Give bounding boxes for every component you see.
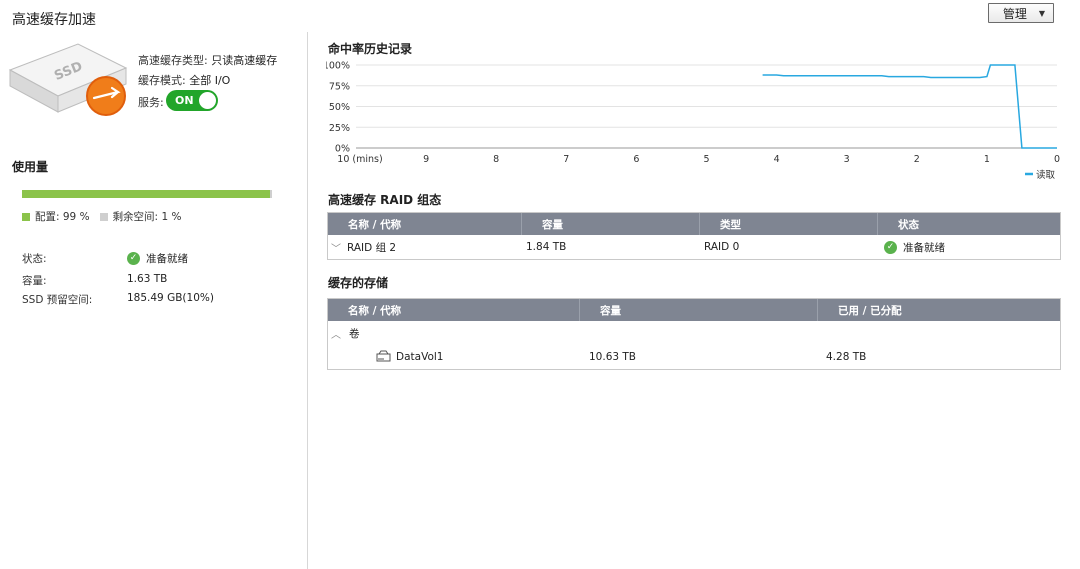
allocated-label: 配置: 99 % — [35, 211, 90, 223]
legend-label: 读取 — [1036, 169, 1056, 181]
usage-progress-bar — [22, 190, 272, 198]
x-tick-label: 6 — [633, 154, 639, 165]
raid-title: 高速缓存 RAID 组态 — [328, 193, 442, 207]
usage-title: 使用量 — [12, 160, 49, 174]
capacity-value: 1.63 TB — [127, 273, 168, 285]
y-tick-label: 0% — [335, 144, 350, 155]
chevron-down-icon[interactable]: ﹀ — [331, 240, 341, 255]
service-toggle[interactable]: ON — [166, 90, 218, 111]
usage-legend: 配置: 99 % 剩余空间: 1 % — [22, 209, 181, 224]
group-label: 卷 — [349, 327, 360, 340]
volume-used: 4.28 TB — [826, 351, 867, 363]
chevron-up-icon[interactable]: ︿ — [331, 326, 341, 341]
raid-capacity: 1.84 TB — [526, 241, 567, 253]
raid-col-status[interactable]: 状态 — [878, 213, 1060, 235]
x-tick-label: 9 — [423, 154, 429, 165]
cache-type-label: 高速缓存类型: — [138, 54, 208, 67]
table-row[interactable]: ﹀ RAID 组 2 1.84 TB RAID 0 ✓ 准备就绪 — [328, 235, 1060, 259]
group-row[interactable]: ︿ 卷 — [328, 321, 1060, 345]
y-tick-label: 100% — [326, 61, 350, 72]
x-tick-label: 10 (mins) — [337, 154, 382, 165]
raid-col-capacity[interactable]: 容量 — [522, 213, 700, 235]
raid-name: RAID 组 2 — [347, 241, 397, 254]
service-toggle-label: ON — [175, 94, 194, 107]
x-tick-label: 8 — [493, 154, 499, 165]
cache-type-row: 高速缓存类型: 只读高速缓存 — [138, 52, 277, 68]
storage-col-used[interactable]: 已用 / 已分配 — [818, 299, 1060, 321]
free-swatch — [99, 212, 108, 221]
y-tick-label: 75% — [329, 81, 350, 92]
allocated-swatch — [22, 212, 30, 221]
table-row[interactable]: DataVol1 10.63 TB 4.28 TB — [328, 345, 1060, 369]
storage-title: 缓存的存储 — [328, 276, 389, 290]
y-tick-label: 50% — [329, 102, 350, 113]
caret-down-icon: ▼ — [1038, 8, 1046, 18]
usage-progress-fill — [22, 190, 270, 198]
raid-status: 准备就绪 — [903, 241, 945, 254]
x-tick-label: 4 — [774, 154, 780, 165]
toggle-knob — [199, 92, 216, 109]
cache-mode-row: 缓存模式: 全部 I/O — [138, 72, 230, 88]
y-tick-label: 25% — [329, 123, 350, 134]
reserved-label: SSD 预留空间: — [22, 294, 93, 306]
storage-col-capacity[interactable]: 容量 — [580, 299, 818, 321]
cache-mode-label: 缓存模式: — [138, 74, 186, 87]
volume-capacity: 10.63 TB — [589, 351, 637, 363]
panel-divider — [307, 32, 308, 569]
check-circle-icon: ✓ — [884, 240, 897, 254]
raid-col-name[interactable]: 名称 / 代称 — [328, 213, 522, 235]
reserved-value: 185.49 GB(10%) — [127, 292, 214, 304]
status-text: 准备就绪 — [146, 253, 188, 265]
x-tick-label: 0 — [1054, 154, 1060, 165]
raid-table-header: 名称 / 代称 容量 类型 状态 — [328, 213, 1060, 235]
raid-table: 名称 / 代称 容量 类型 状态 ﹀ RAID 组 2 1.84 TB RAID… — [327, 212, 1061, 260]
ssd-drive-icon: SSD — [8, 43, 128, 116]
raid-type: RAID 0 — [704, 241, 740, 253]
storage-col-name[interactable]: 名称 / 代称 — [328, 299, 580, 321]
manage-dropdown-button[interactable]: 管理 ▼ — [988, 3, 1054, 23]
manage-label: 管理 — [1002, 6, 1027, 21]
free-label: 剩余空间: 1 % — [112, 211, 182, 223]
raid-col-type[interactable]: 类型 — [700, 213, 878, 235]
x-tick-label: 3 — [844, 154, 850, 165]
check-circle-icon: ✓ — [127, 252, 140, 265]
chart-title: 命中率历史记录 — [328, 42, 413, 56]
capacity-label: 容量: — [22, 275, 47, 287]
status-value: ✓ 准备就绪 — [127, 251, 188, 266]
page-title: 高速缓存加速 — [12, 12, 96, 28]
x-tick-label: 7 — [563, 154, 569, 165]
x-tick-label: 1 — [984, 154, 990, 165]
hit-rate-chart: 0% 25% 50% 75% 100% 10 (mins) 9 8 7 6 5 4 3 2 1 0 读取 — [326, 61, 1060, 182]
volume-name: DataVol1 — [396, 351, 444, 363]
status-label: 状态: — [22, 253, 47, 265]
volume-icon — [376, 350, 391, 365]
x-tick-label: 2 — [914, 154, 920, 165]
service-label: 服务: — [138, 96, 164, 109]
cache-type-value: 只读高速缓存 — [211, 54, 278, 67]
cache-mode-value: 全部 I/O — [189, 74, 231, 87]
storage-table-header: 名称 / 代称 容量 已用 / 已分配 — [328, 299, 1060, 321]
storage-table: 名称 / 代称 容量 已用 / 已分配 ︿ 卷 DataVol1 10.63 T… — [327, 298, 1061, 370]
x-tick-label: 5 — [703, 154, 709, 165]
